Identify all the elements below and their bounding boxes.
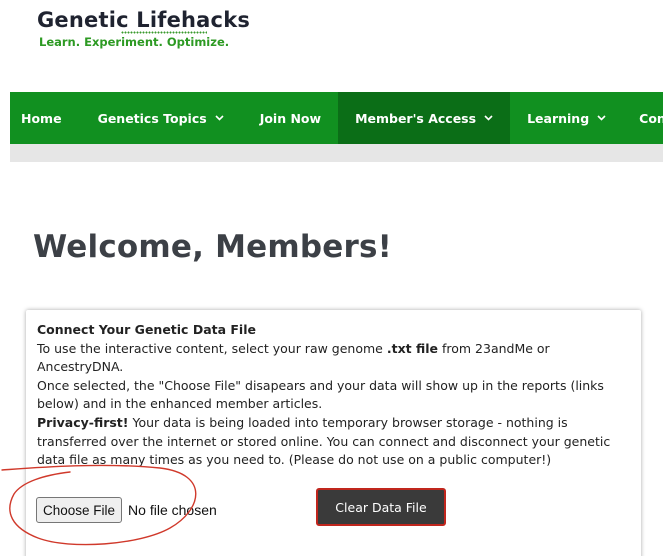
nav-item-learning[interactable]: Learning	[510, 92, 623, 144]
site-logo[interactable]: Genetic Lifehacks Learn. Experiment. Opt…	[37, 8, 250, 49]
nav-submenu-bar	[10, 144, 663, 162]
instruction-text: To use the interactive content, select y…	[37, 340, 387, 356]
page-title: Welcome, Members!	[33, 229, 392, 265]
main-nav: Home Genetics Topics Join Now Member's A…	[10, 92, 663, 144]
nav-item-members-access[interactable]: Member's Access	[338, 92, 511, 144]
nav-item-label: Home	[21, 110, 62, 126]
nav-item-label: Learning	[527, 110, 590, 126]
nav-item-label: Consu	[639, 110, 663, 126]
clear-data-file-button[interactable]: Clear Data File	[316, 488, 446, 526]
logo-tagline: Learn. Experiment. Optimize.	[39, 35, 230, 49]
logo-dots-decoration	[121, 31, 207, 34]
chevron-down-icon	[215, 115, 224, 121]
nav-item-label: Member's Access	[355, 110, 477, 126]
card-selection-note: Once selected, the "Choose File" disapea…	[37, 377, 604, 412]
privacy-first-label: Privacy-first!	[37, 414, 129, 430]
file-type-emphasis: .txt file	[386, 340, 438, 356]
nav-item-label: Join Now	[259, 110, 322, 126]
nav-item-genetics-topics[interactable]: Genetics Topics	[74, 92, 236, 144]
no-file-status: No file chosen	[128, 502, 217, 518]
chevron-down-icon	[484, 115, 493, 121]
chevron-down-icon	[597, 115, 606, 121]
card-body: Connect Your Genetic Data File To use th…	[37, 321, 635, 470]
card-privacy-note: Privacy-first! Your data is being loaded…	[37, 414, 635, 470]
logo-title: Genetic Lifehacks	[37, 8, 251, 32]
genetic-data-card: Connect Your Genetic Data File To use th…	[26, 310, 641, 556]
page: Genetic Lifehacks Learn. Experiment. Opt…	[0, 0, 663, 556]
nav-item-consulting[interactable]: Consu	[623, 92, 663, 144]
card-instructions: To use the interactive content, select y…	[37, 340, 635, 377]
nav-item-join-now[interactable]: Join Now	[236, 92, 338, 144]
nav-item-home[interactable]: Home	[10, 92, 74, 144]
nav-item-label: Genetics Topics	[97, 110, 207, 126]
card-title: Connect Your Genetic Data File	[37, 322, 256, 337]
choose-file-button[interactable]: Choose File	[36, 497, 123, 523]
file-input: Choose File No file chosen	[36, 497, 217, 523]
